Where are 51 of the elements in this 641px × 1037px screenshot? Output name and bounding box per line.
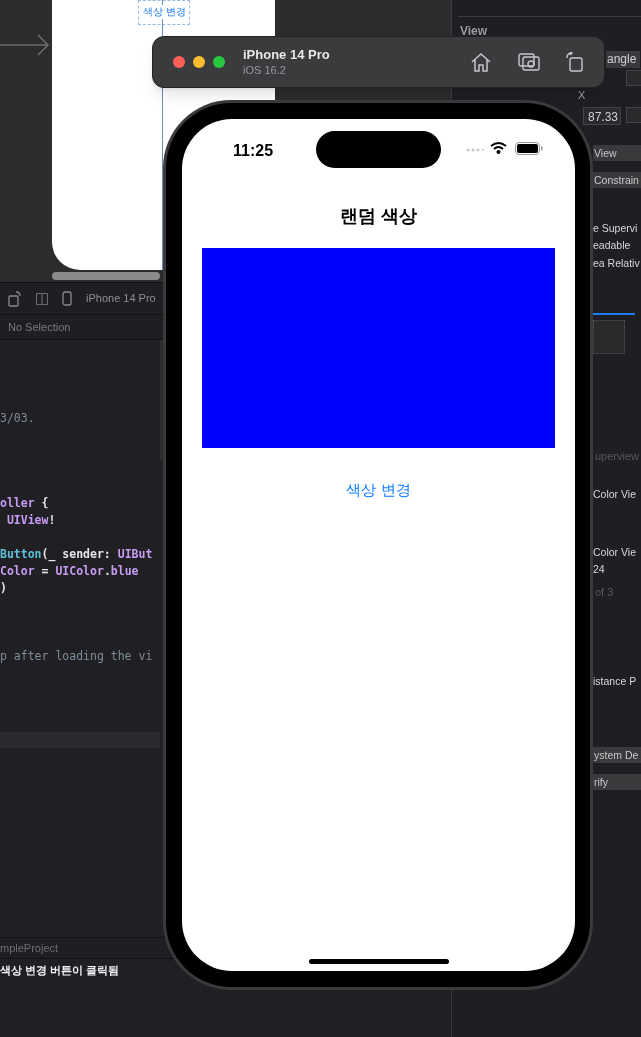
popup-button[interactable]: angle: [606, 51, 640, 68]
zoom-button[interactable]: [213, 56, 225, 68]
scroll-bar[interactable]: [52, 272, 160, 280]
section-header: View: [460, 23, 488, 40]
value-field[interactable]: 87.33: [583, 107, 621, 125]
code-line: oller {: [0, 495, 49, 512]
window-title: iPhone 14 Pro: [243, 47, 330, 63]
scene-button[interactable]: 색상 변경: [142, 5, 187, 19]
setting-label: Color Vie: [593, 487, 636, 502]
phone-icon[interactable]: [62, 291, 72, 306]
setting-label: e Supervi: [593, 221, 638, 236]
device-label[interactable]: iPhone 14 Pro: [86, 290, 156, 307]
setting-label: uperview: [595, 449, 640, 464]
section-bar[interactable]: Constrain: [593, 172, 641, 188]
code-line: Color = UIColor.blue: [0, 563, 139, 580]
battery-icon: [515, 142, 543, 155]
debug-target-label: mpleProject: [0, 940, 59, 956]
code-line: UIView!: [5, 512, 56, 529]
window-subtitle: iOS 16.2: [243, 63, 287, 77]
section-bar[interactable]: rify: [593, 774, 641, 790]
home-icon[interactable]: [470, 52, 492, 72]
field-label: X: [578, 88, 586, 103]
setting-label: 24: [593, 562, 605, 577]
nav-title: 랜덤 색상: [340, 205, 417, 228]
console-line: 색상 변경 버튼이 클릭됨: [0, 963, 120, 977]
screenshot-icon[interactable]: [518, 53, 540, 71]
value-field[interactable]: [626, 107, 641, 123]
rotate-icon[interactable]: [8, 290, 22, 307]
split-icon[interactable]: [36, 292, 48, 305]
jump-bar-label: No Selection: [8, 319, 71, 335]
arrow-icon: [0, 34, 50, 56]
change-color-button[interactable]: 색상 변경: [340, 479, 417, 502]
code-line: p after loading the vi: [0, 648, 153, 665]
setting-label: Color Vie: [593, 545, 636, 560]
code-line: ): [0, 580, 7, 597]
setting-label: ea Relativ: [593, 256, 640, 271]
section-bar[interactable]: View: [593, 145, 641, 161]
status-time: 11:25: [233, 141, 274, 161]
setting-label: eadable: [593, 238, 631, 253]
setting-label: of 3: [595, 585, 614, 600]
code-line: Button(_ sender: UIBut: [0, 546, 153, 563]
minimize-button[interactable]: [193, 56, 205, 68]
setting-label: istance P: [593, 674, 637, 689]
value-field[interactable]: [626, 70, 641, 86]
close-button[interactable]: [173, 56, 185, 68]
wifi-icon: [490, 141, 507, 154]
rotate-icon[interactable]: [566, 52, 584, 72]
signal-icon: [466, 148, 484, 152]
image-well: [593, 320, 625, 354]
section-bar[interactable]: ystem De: [593, 747, 641, 763]
code-line: 3/03.: [0, 410, 35, 427]
